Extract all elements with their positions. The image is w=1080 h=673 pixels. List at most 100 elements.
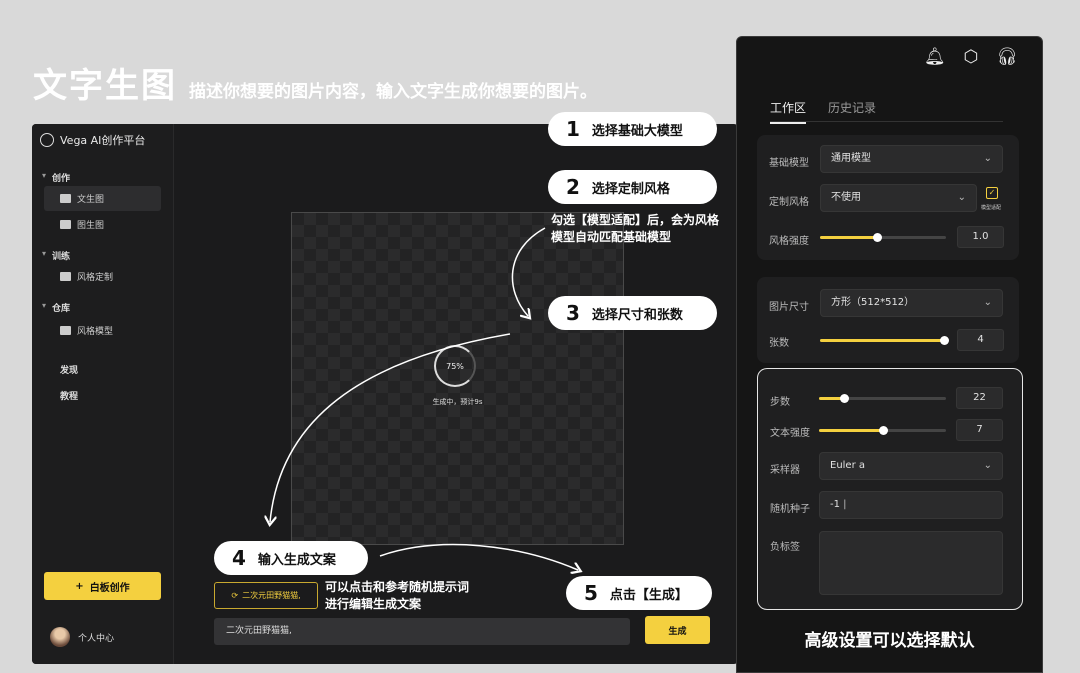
model-adapt-label: 模型适配 xyxy=(981,205,1002,211)
sampler-value: Euler a xyxy=(830,460,866,471)
step-number: 3 xyxy=(566,301,580,325)
step-text: 选择定制风格 xyxy=(591,181,670,197)
user-center-label: 个人中心 xyxy=(78,633,115,644)
generate-button[interactable]: 生成 xyxy=(645,616,710,644)
brand-name: Vega AI创作平台 xyxy=(60,134,146,147)
tab-divider xyxy=(770,121,1003,122)
slider-fill xyxy=(820,236,877,239)
style-select[interactable]: 不使用 ⌄ xyxy=(820,184,977,212)
sidebar-item-tutorial[interactable]: 教程 xyxy=(60,389,78,402)
note-line: 进行编辑生成文案 xyxy=(325,597,422,611)
sampler-select[interactable]: Euler a ⌄ xyxy=(819,452,1003,480)
callout-step-2-note: 勾选【模型适配】后，会为风格 模型自动匹配基础模型 xyxy=(551,212,719,246)
size-settings-card: 图片尺寸 方形（512*512） ⌄ 张数 4 xyxy=(757,277,1019,363)
step-text: 选择尺寸和张数 xyxy=(591,307,683,323)
base-model-select[interactable]: 通用模型 ⌄ xyxy=(820,145,1003,173)
sidebar-item-style-model[interactable]: 风格模型 xyxy=(44,318,161,343)
grid-icon xyxy=(60,272,71,281)
sampler-label: 采样器 xyxy=(770,465,800,476)
sidebar-group-repo[interactable]: 仓库 xyxy=(42,301,70,314)
callout-step-2: 2 选择定制风格 xyxy=(548,170,717,204)
callout-step-1: 1 选择基础大模型 xyxy=(548,112,717,146)
model-adapt-checkbox[interactable]: ✓ xyxy=(986,187,998,199)
brand[interactable]: Vega AI创作平台 xyxy=(40,132,145,148)
new-whiteboard-button[interactable]: + 白板创作 xyxy=(44,572,161,600)
slider-knob[interactable] xyxy=(878,426,888,435)
style-label: 定制风格 xyxy=(769,197,809,208)
step-number: 2 xyxy=(566,175,580,199)
negative-label: 负标签 xyxy=(770,542,800,553)
seed-input[interactable]: -1 | xyxy=(819,491,1003,519)
note-line: 模型自动匹配基础模型 xyxy=(551,230,672,244)
slider-knob[interactable] xyxy=(872,233,882,242)
generation-status: 生成中，预计9s xyxy=(432,398,483,406)
style-strength-value[interactable]: 1.0 xyxy=(957,226,1004,248)
sidebar-group-create[interactable]: 创作 xyxy=(42,171,70,184)
style-strength-label: 风格强度 xyxy=(769,236,809,247)
sidebar-item-label: 风格模型 xyxy=(77,327,114,337)
base-model-label: 基础模型 xyxy=(769,158,809,169)
chevron-down-icon: ⌄ xyxy=(983,460,992,471)
sidebar-item-label: 图生图 xyxy=(77,221,105,231)
count-label: 张数 xyxy=(769,338,789,349)
headset-icon[interactable]: 🎧︎ xyxy=(996,47,1018,67)
sidebar: Vega AI创作平台 创作 文生图 图生图 训练 风格定制 仓库 风格模型 发… xyxy=(32,124,174,664)
image-icon xyxy=(60,194,71,203)
step-text: 输入生成文案 xyxy=(257,552,336,568)
note-line: 可以点击和参考随机提示词 xyxy=(325,580,470,594)
step-text: 点击【生成】 xyxy=(609,587,688,603)
plus-icon: + xyxy=(75,580,84,592)
sidebar-item-label: 文生图 xyxy=(77,195,105,205)
step-text: 选择基础大模型 xyxy=(591,123,683,139)
seed-value: -1 xyxy=(830,499,840,510)
image-canvas: 75% 生成中，预计9s xyxy=(291,212,624,545)
random-prompt-chip[interactable]: ⟳ 二次元田野猫猫, xyxy=(214,582,318,609)
count-slider[interactable] xyxy=(820,336,949,345)
page-heading: 文字生图 描述你想要的图片内容，输入文字生成你想要的图片。 xyxy=(33,58,597,107)
sidebar-item-text2img[interactable]: 文生图 xyxy=(44,186,161,211)
style-strength-slider[interactable] xyxy=(820,233,946,242)
user-center[interactable]: 个人中心 xyxy=(50,627,114,647)
steps-value[interactable]: 22 xyxy=(956,387,1003,409)
random-prompt-text: 二次元田野猫猫, xyxy=(242,591,301,600)
bell-icon[interactable]: 🔔︎ xyxy=(924,47,946,67)
prompt-input[interactable]: 二次元田野猫猫, xyxy=(214,618,630,645)
sidebar-item-discover[interactable]: 发现 xyxy=(60,363,78,376)
step-number: 5 xyxy=(584,581,598,605)
model-icon xyxy=(60,326,71,335)
sidebar-group-train[interactable]: 训练 xyxy=(42,249,70,262)
style-value: 不使用 xyxy=(831,192,861,203)
size-value: 方形（512*512） xyxy=(831,297,915,308)
settings-panel: 🔔︎ ⬡ 🎧︎ 工作区 历史记录 基础模型 通用模型 ⌄ 定制风格 不使用 ⌄ … xyxy=(736,36,1043,673)
sidebar-item-img2img[interactable]: 图生图 xyxy=(44,212,161,237)
slider-fill xyxy=(820,339,944,342)
slider-knob[interactable] xyxy=(840,394,850,403)
cfg-value[interactable]: 7 xyxy=(956,419,1003,441)
callout-step-4-note: 可以点击和参考随机提示词 进行编辑生成文案 xyxy=(325,579,469,613)
steps-slider[interactable] xyxy=(819,394,946,403)
progress-text: 75% xyxy=(446,361,464,371)
top-icons: 🔔︎ ⬡ 🎧︎ xyxy=(924,47,1018,67)
base-model-value: 通用模型 xyxy=(831,153,871,164)
negative-prompt-input[interactable] xyxy=(819,531,1003,595)
page-subtitle: 描述你想要的图片内容，输入文字生成你想要的图片。 xyxy=(189,82,597,102)
callout-step-5: 5 点击【生成】 xyxy=(566,576,712,610)
step-number: 4 xyxy=(232,546,246,570)
note-line: 勾选【模型适配】后，会为风格 xyxy=(551,213,720,227)
new-whiteboard-label: 白板创作 xyxy=(89,582,130,594)
chevron-down-icon: ⌄ xyxy=(957,192,966,203)
model-settings-card: 基础模型 通用模型 ⌄ 定制风格 不使用 ⌄ 风格强度 1.0 xyxy=(757,135,1019,260)
step-number: 1 xyxy=(566,117,580,141)
sidebar-item-style-custom[interactable]: 风格定制 xyxy=(44,264,161,289)
slider-knob[interactable] xyxy=(940,336,949,345)
cfg-slider[interactable] xyxy=(819,426,946,435)
slider-fill xyxy=(819,429,883,432)
cfg-label: 文本强度 xyxy=(770,428,810,439)
callout-step-4: 4 输入生成文案 xyxy=(214,541,368,575)
image-icon xyxy=(60,220,71,229)
size-select[interactable]: 方形（512*512） ⌄ xyxy=(820,289,1003,317)
advanced-caption: 高级设置可以选择默认 xyxy=(804,631,975,651)
refresh-icon: ⟳ xyxy=(231,591,239,600)
count-value[interactable]: 4 xyxy=(957,329,1004,351)
settings-icon[interactable]: ⬡ xyxy=(964,47,979,67)
